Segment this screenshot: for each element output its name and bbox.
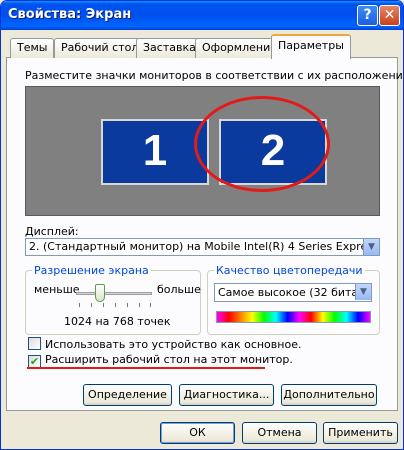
tab-screensaver[interactable]: Заставка xyxy=(136,38,203,58)
display-properties-window: Свойства: Экран ? ✕ Темы Рабочий стол За… xyxy=(0,0,404,450)
resolution-more-label: больше xyxy=(157,283,201,296)
resolution-less-label: меньше xyxy=(34,283,80,296)
display-label: Дисплей: xyxy=(25,225,79,238)
advanced-button[interactable]: Дополнительно xyxy=(281,384,377,406)
monitor-instruction: Разместите значки мониторов в соответств… xyxy=(25,69,404,82)
red-annotation-circle xyxy=(194,96,330,192)
display-select[interactable]: 2. (Стандартный монитор) на Mobile Intel… xyxy=(25,238,380,256)
identify-button[interactable]: Определение xyxy=(83,384,172,406)
resolution-legend: Разрешение экрана xyxy=(32,264,151,277)
display-select-value: 2. (Стандартный монитор) на Mobile Intel… xyxy=(29,240,379,253)
primary-device-label: Использовать это устройство как основное… xyxy=(45,338,302,351)
monitor-1-icon[interactable]: 1 xyxy=(101,119,209,185)
color-spectrum-bar xyxy=(216,311,371,323)
color-quality-select[interactable]: Самое высокое (32 бита) ▼ xyxy=(214,283,372,302)
apply-button[interactable]: Применить xyxy=(323,422,398,444)
title-bar[interactable]: Свойства: Экран ? ✕ xyxy=(1,1,403,30)
resolution-slider-thumb[interactable] xyxy=(95,284,105,302)
color-quality-value: Самое высокое (32 бита) xyxy=(218,286,363,299)
cancel-button[interactable]: Отмена xyxy=(242,422,317,444)
tab-settings[interactable]: Параметры xyxy=(271,34,351,59)
tab-desktop[interactable]: Рабочий стол xyxy=(54,38,146,58)
resolution-value: 1024 на 768 точек xyxy=(64,315,171,328)
ok-button[interactable]: ОК xyxy=(160,422,235,444)
close-button[interactable]: ✕ xyxy=(379,5,400,26)
help-button[interactable]: ? xyxy=(357,5,378,26)
window-title: Свойства: Экран xyxy=(8,7,132,22)
primary-device-checkbox-row[interactable]: Использовать это устройство как основное… xyxy=(28,337,301,351)
primary-device-checkbox[interactable] xyxy=(28,337,41,350)
troubleshoot-button[interactable]: Диагностика... xyxy=(179,384,274,406)
red-annotation-underline xyxy=(27,367,265,369)
tab-themes[interactable]: Темы xyxy=(10,38,55,58)
chevron-down-icon[interactable]: ▼ xyxy=(363,239,379,255)
color-quality-group xyxy=(207,270,380,335)
resolution-slider-track[interactable] xyxy=(76,292,152,295)
color-quality-legend: Качество цветопередачи xyxy=(214,264,365,277)
chevron-down-icon[interactable]: ▼ xyxy=(355,284,371,300)
extend-desktop-checkbox-row[interactable]: ✔ Расширить рабочий стол на этот монитор. xyxy=(28,353,293,368)
slider-ticks xyxy=(79,303,151,308)
extend-desktop-label: Расширить рабочий стол на этот монитор. xyxy=(45,353,293,366)
